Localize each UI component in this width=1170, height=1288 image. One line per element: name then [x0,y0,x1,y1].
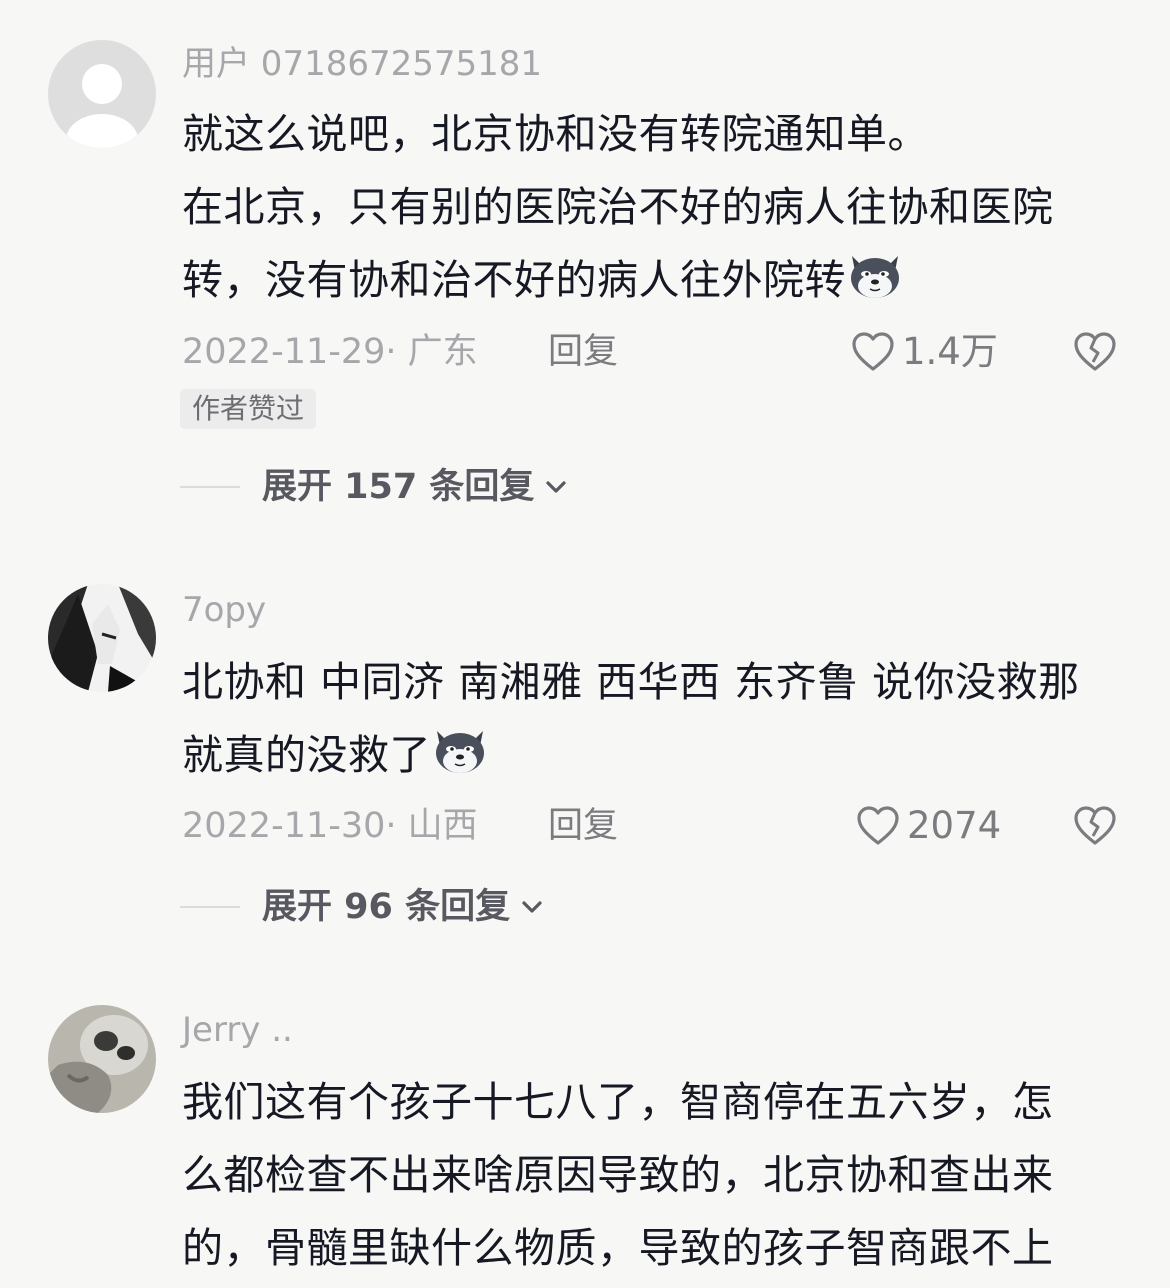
expand-replies-button[interactable]: 展开 157 条回复 [180,465,570,509]
username[interactable]: 用户 0718672575181 [182,42,542,86]
broken-heart-icon [1074,806,1116,845]
dislike-button[interactable] [1072,803,1118,849]
heart-outline-icon [852,332,894,371]
expand-replies-button[interactable]: 展开 96 条回复 [180,885,546,929]
like-button[interactable]: 2074 [855,804,1001,848]
avatar[interactable] [48,1005,156,1113]
comment-line: 么都检查不出来啥原因导致的，北京协和查出来 [182,1151,1054,1199]
chevron-down-icon [522,901,542,913]
comment-text: 北协和 中同济 南湘雅 西华西 东齐鲁 说你没救那 就真的没救了 [182,646,1132,792]
comment-date-location: 2022-11-30· 山西 [182,806,478,846]
husky-emoji-icon [431,721,489,779]
comment-line: 就这么说吧，北京协和没有转院通知单。 [182,110,929,158]
heart-outline-icon [857,806,899,845]
expand-replies-label: 展开 96 条回复 [262,887,511,927]
dislike-button[interactable] [1072,329,1118,375]
like-button[interactable]: 1.4万 [850,330,998,374]
expand-replies-label: 展开 157 条回复 [262,467,535,507]
comment-line-text: 就真的没救了 [182,731,431,779]
broken-heart-icon [1074,332,1116,371]
comment-text: 就这么说吧，北京协和没有转院通知单。 在北京，只有别的医院治不好的病人往协和医院… [182,98,1132,317]
husky-emoji-icon [846,246,904,304]
comment-line: 我们这有个孩子十七八了，智商停在五六岁，怎 [182,1078,1054,1126]
chevron-down-icon [546,481,567,493]
comment-date-location: 2022-11-29· 广东 [182,332,478,372]
comment-line: 的，骨髓里缺什么物质，导致的孩子智商跟不上 [182,1224,1054,1272]
like-count: 1.4万 [902,330,998,373]
author-liked-badge: 作者赞过 [180,389,317,429]
comment-line-text: 转，没有协和治不好的病人往外院转 [182,256,846,304]
avatar[interactable] [48,40,156,148]
comment-line: 转，没有协和治不好的病人往外院转 [182,244,1132,317]
like-count: 2074 [907,804,1002,847]
username[interactable]: Jerry .. [182,1008,293,1052]
username[interactable]: 7opy [182,588,266,632]
comment-text: 我们这有个孩子十七八了，智商停在五六岁，怎 么都检查不出来啥原因导致的，北京协和… [182,1066,1132,1285]
reply-button[interactable]: 回复 [548,804,618,848]
divider [180,486,240,488]
comment-line: 在北京，只有别的医院治不好的病人往协和医院 [182,183,1054,231]
comment-line: 北协和 中同济 南湘雅 西华西 东齐鲁 说你没救那 [182,658,1080,706]
reply-button[interactable]: 回复 [548,330,618,374]
avatar[interactable] [48,584,156,692]
divider [180,906,240,908]
comment-line: 就真的没救了 [182,719,1132,792]
